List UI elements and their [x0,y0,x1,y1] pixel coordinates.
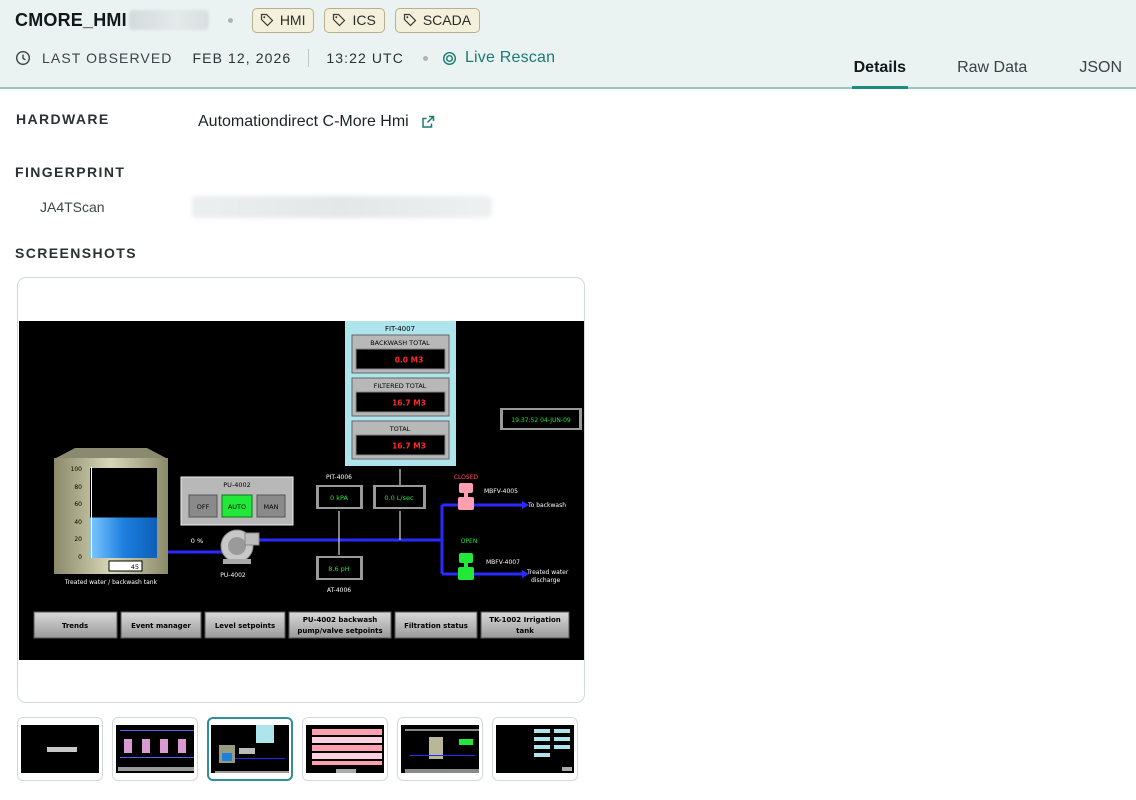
hmi-screenshot[interactable]: FIT-4007 BACKWASH TOTAL 0.0 M3 FILTERED … [19,321,584,660]
svg-text:tank: tank [516,627,534,635]
tab-raw-data[interactable]: Raw Data [957,55,1027,89]
instrument-lines [338,469,401,555]
valve-mbfv-4007[interactable] [458,553,474,580]
valve2-label: MBFV-4007 [486,559,520,566]
tag-ics[interactable]: ICS [324,7,385,33]
svg-text:TK-1002 Irrigation: TK-1002 Irrigation [489,616,561,624]
tank-scale-80: 80 [74,484,82,491]
pump-speed: 0 % [191,537,203,545]
backwash-total-label: BACKWASH TOTAL [370,339,430,347]
pump-panel-title: PU-4002 [223,481,251,489]
last-observed-label: LAST OBSERVED [42,50,173,66]
external-link-icon[interactable] [421,115,435,129]
valve1-state: CLOSED [454,474,479,481]
rescan-icon [442,51,456,65]
thumbnail-4[interactable] [302,717,388,781]
redacted-fingerprint-value [192,196,492,218]
hmi-nav-bar: Trends Event manager Level setpoints PU-… [33,611,570,639]
svg-text:PU-4002 backwash: PU-4002 backwash [303,616,378,624]
valve-mbfv-4005[interactable] [458,483,474,510]
pump-control-panel: PU-4002 OFF AUTO MAN [180,476,294,526]
filtered-total-value: 16.7 M3 [392,399,426,408]
tank-scale-20: 20 [74,536,82,543]
valve2-destination-1: Treated water [526,569,569,576]
screenshot-viewer: FIT-4007 BACKWASH TOTAL 0.0 M3 FILTERED … [17,277,585,703]
tab-json[interactable]: JSON [1079,55,1122,89]
separator-dot [422,55,428,61]
tag-label: SCADA [422,12,472,28]
filtered-total-label: FILTERED TOTAL [374,382,427,390]
observed-date: FEB 12, 2026 [192,50,292,66]
tag-label: HMI [279,12,306,28]
fingerprint-key: JA4TScan [40,199,105,215]
tag-scada[interactable]: SCADA [394,7,481,33]
observed-time: 13:22 UTC [326,50,404,66]
tab-details[interactable]: Details [851,55,909,89]
hardware-name[interactable]: Automationdirect C-More Hmi [198,113,409,131]
screenshot-thumbnails [17,717,587,781]
treated-water-tank: 100 80 60 40 20 0 45 Treated water / bac… [54,448,168,586]
valve2-destination-2: discharge [531,577,561,584]
observation-row: LAST OBSERVED FEB 12, 2026 13:22 UTC Liv… [15,46,555,70]
svg-text:Event manager: Event manager [131,622,191,630]
backwash-total-value: 0.0 M3 [395,356,424,365]
total-value: 16.7 M3 [392,442,426,451]
svg-text:Filtration status: Filtration status [404,622,468,630]
tank-level-readout: 45 [131,563,139,571]
valve2-state: OPEN [461,538,478,545]
ph-value: 8.6 pH [328,565,350,573]
svg-text:Trends: Trends [62,622,88,630]
flow-value: 0.0 L/sec [384,494,414,502]
valve1-destination: To backwash [527,502,566,509]
live-rescan-button[interactable]: Live Rescan [442,49,555,67]
clock-icon [15,50,31,66]
fingerprint-heading: FINGERPRINT [15,164,126,180]
hardware-heading: HARDWARE [16,111,110,127]
fit-title: FIT-4007 [385,325,415,333]
tag-hmi[interactable]: HMI [251,7,315,33]
tag-icon [403,13,417,27]
tank-scale-40: 40 [74,519,82,526]
separator-dot [227,17,233,23]
svg-text:OFF: OFF [197,503,210,511]
thumbnail-2[interactable] [112,717,198,781]
live-rescan-label: Live Rescan [464,49,556,66]
pit-value: 0 kPA [330,494,348,502]
svg-text:MAN: MAN [264,503,279,511]
tank-scale-60: 60 [74,501,82,508]
hmi-clock: 19:37:52 04-JUN-09 [511,417,571,424]
tag-icon [260,13,274,27]
svg-text:AUTO: AUTO [228,503,246,511]
tag-icon [333,13,346,27]
svg-text:pump/valve setpoints: pump/valve setpoints [297,627,382,635]
pump-label: PU-4002 [220,572,246,579]
tank-water-level [90,517,157,558]
svg-text:Level setpoints: Level setpoints [215,622,275,630]
at-label: AT-4006 [327,587,351,594]
view-tabs: Details Raw Data JSON [851,55,1136,89]
thumbnail-6[interactable] [492,717,578,781]
valve1-label: MBFV-4005 [484,488,518,495]
total-label: TOTAL [389,425,411,433]
fit-4007-panel: FIT-4007 BACKWASH TOTAL 0.0 M3 FILTERED … [345,321,456,466]
tank-scale-100: 100 [71,466,83,473]
thumbnail-5[interactable] [397,717,483,781]
divider [308,49,310,67]
thumbnail-1[interactable] [17,717,103,781]
hostname: CMORE_HMI [15,9,127,30]
tag-label: ICS [352,12,376,28]
thumbnail-3[interactable] [207,717,293,781]
header-bar: CMORE_HMI HMI ICS SCADA LAST OBSERVED FE… [0,0,1136,89]
pit-label: PIT-4006 [326,474,352,481]
screenshots-heading: SCREENSHOTS [15,245,137,261]
hardware-value: Automationdirect C-More Hmi [198,113,435,131]
tank-scale-0: 0 [78,554,82,561]
pump-pu-4002: PU-4002 [220,529,260,579]
redacted-hostname-suffix [128,10,209,30]
title-row: CMORE_HMI HMI ICS SCADA [15,7,490,33]
tank-caption: Treated water / backwash tank [64,579,158,586]
